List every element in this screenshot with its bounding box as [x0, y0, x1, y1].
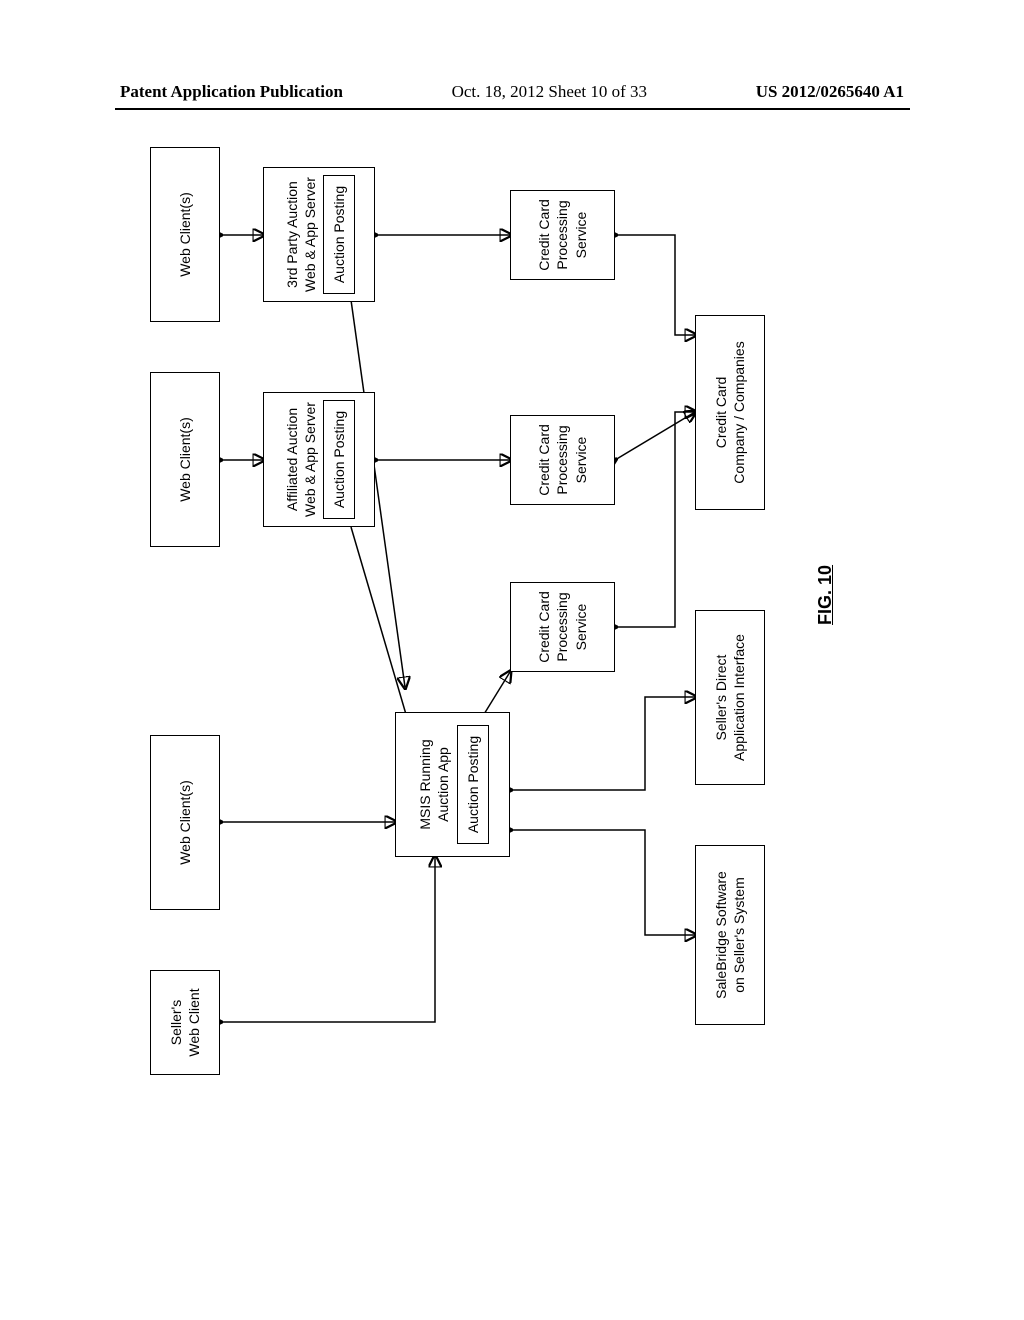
header-center: Oct. 18, 2012 Sheet 10 of 33 [452, 82, 647, 102]
cc-companies-box: Credit Card Company / Companies [695, 315, 765, 510]
salebridge-box: SaleBridge Software on Seller's System [695, 845, 765, 1025]
cc-service-3-label: Credit Card Processing Service [535, 199, 590, 271]
msis-auction-posting: Auction Posting [457, 725, 489, 844]
cc-service-2-box: Credit Card Processing Service [510, 415, 615, 505]
header-left: Patent Application Publication [120, 82, 343, 102]
affiliated-auction-posting-label: Auction Posting [330, 411, 348, 508]
msis-box: MSIS Running Auction App Auction Posting [395, 712, 510, 857]
thirdparty-auction-posting-label: Auction Posting [330, 186, 348, 283]
diagram-container: Seller's Web Client Web Client(s) Web Cl… [115, 190, 915, 1220]
web-client-3-label: Web Client(s) [176, 192, 194, 277]
sellers-direct-box: Seller's Direct Application Interface [695, 610, 765, 785]
web-client-2-box: Web Client(s) [150, 372, 220, 547]
thirdparty-auction-posting: Auction Posting [323, 175, 355, 294]
web-client-3-box: Web Client(s) [150, 147, 220, 322]
cc-service-3-box: Credit Card Processing Service [510, 190, 615, 280]
page-header: Patent Application Publication Oct. 18, … [0, 82, 1024, 102]
sellers-web-client-box: Seller's Web Client [150, 970, 220, 1075]
thirdparty-title: 3rd Party Auction Web & App Server [283, 177, 319, 292]
cc-service-1-box: Credit Card Processing Service [510, 582, 615, 672]
msis-title: MSIS Running Auction App [416, 739, 452, 829]
cc-companies-label: Credit Card Company / Companies [712, 341, 748, 483]
header-rule [115, 108, 910, 110]
header-right: US 2012/0265640 A1 [756, 82, 904, 102]
sellers-web-client-label: Seller's Web Client [167, 988, 203, 1056]
thirdparty-box: 3rd Party Auction Web & App Server Aucti… [263, 167, 375, 302]
cc-service-2-label: Credit Card Processing Service [535, 424, 590, 496]
figure-label: FIG. 10 [815, 565, 836, 625]
msis-auction-posting-label: Auction Posting [464, 736, 482, 833]
diagram: Seller's Web Client Web Client(s) Web Cl… [115, 305, 915, 1105]
cc-service-1-label: Credit Card Processing Service [535, 591, 590, 663]
sellers-direct-label: Seller's Direct Application Interface [712, 634, 748, 761]
affiliated-auction-posting: Auction Posting [323, 400, 355, 519]
web-client-1-label: Web Client(s) [176, 780, 194, 865]
web-client-1-box: Web Client(s) [150, 735, 220, 910]
affiliated-box: Affiliated Auction Web & App Server Auct… [263, 392, 375, 527]
web-client-2-label: Web Client(s) [176, 417, 194, 502]
salebridge-label: SaleBridge Software on Seller's System [712, 871, 748, 999]
affiliated-title: Affiliated Auction Web & App Server [283, 402, 319, 517]
